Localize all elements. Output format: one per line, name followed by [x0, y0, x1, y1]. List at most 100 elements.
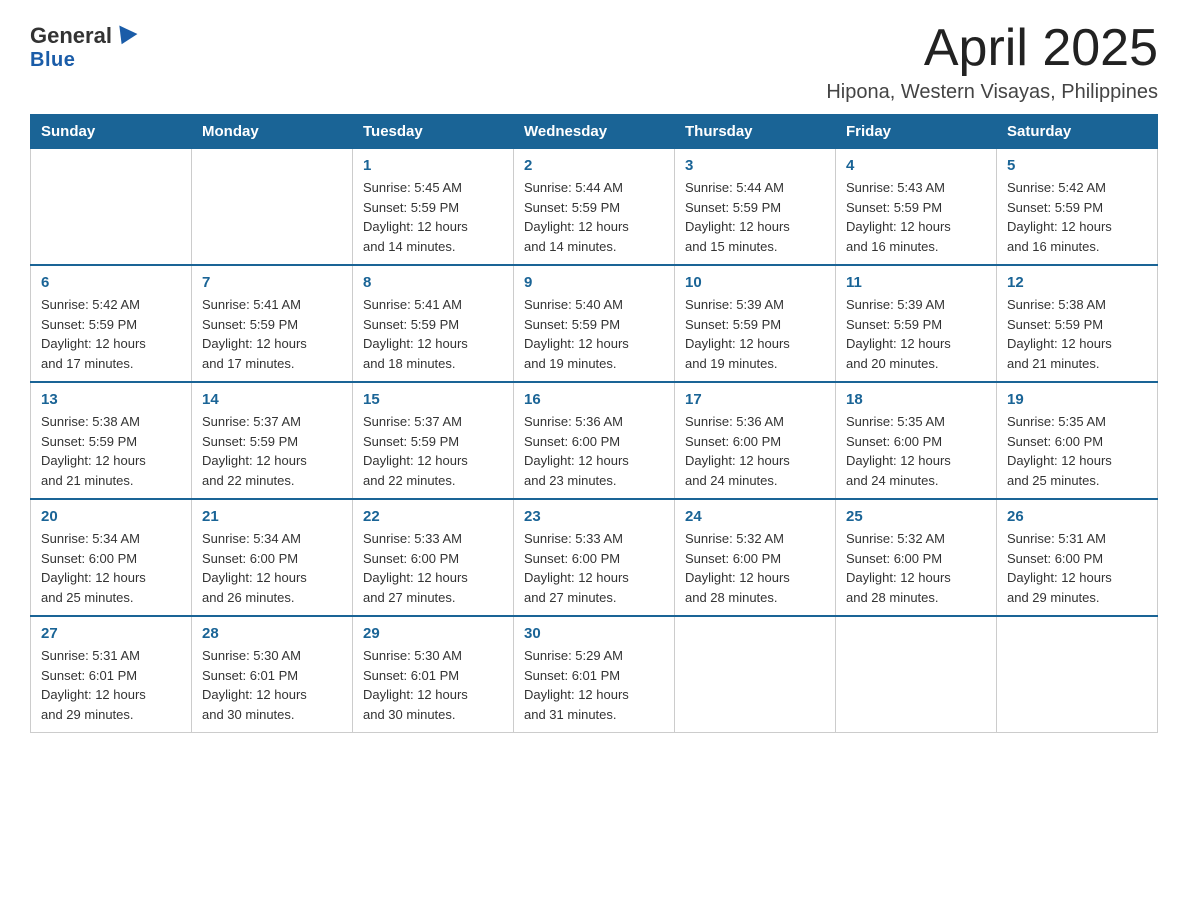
weekday-header-monday: Monday [192, 115, 353, 149]
week-row-2: 6 Sunrise: 5:42 AM Sunset: 5:59 PM Daylig… [31, 265, 1158, 382]
week-row-5: 27 Sunrise: 5:31 AM Sunset: 6:01 PM Dayli… [31, 616, 1158, 733]
calendar-cell: 6 Sunrise: 5:42 AM Sunset: 5:59 PM Daylig… [31, 265, 192, 382]
day-info: Sunrise: 5:39 AM Sunset: 5:59 PM Dayligh… [846, 295, 986, 373]
calendar-cell: 17 Sunrise: 5:36 AM Sunset: 6:00 PM Dayli… [675, 382, 836, 499]
calendar-cell: 18 Sunrise: 5:35 AM Sunset: 6:00 PM Dayli… [836, 382, 997, 499]
day-info: Sunrise: 5:40 AM Sunset: 5:59 PM Dayligh… [524, 295, 664, 373]
calendar-cell [31, 149, 192, 266]
day-info: Sunrise: 5:36 AM Sunset: 6:00 PM Dayligh… [685, 412, 825, 490]
logo-text: General [30, 25, 135, 47]
day-number: 5 [1007, 157, 1147, 174]
day-info: Sunrise: 5:42 AM Sunset: 5:59 PM Dayligh… [41, 295, 181, 373]
calendar-title: April 2025 [826, 20, 1158, 77]
day-number: 13 [41, 391, 181, 408]
day-number: 7 [202, 274, 342, 291]
day-number: 18 [846, 391, 986, 408]
calendar-cell: 13 Sunrise: 5:38 AM Sunset: 5:59 PM Dayli… [31, 382, 192, 499]
day-info: Sunrise: 5:38 AM Sunset: 5:59 PM Dayligh… [1007, 295, 1147, 373]
day-number: 29 [363, 625, 503, 642]
day-info: Sunrise: 5:39 AM Sunset: 5:59 PM Dayligh… [685, 295, 825, 373]
calendar-cell: 24Sunrise: 5:32 AM Sunset: 6:00 PM Dayli… [675, 499, 836, 616]
calendar-cell: 5 Sunrise: 5:42 AM Sunset: 5:59 PM Daylig… [997, 149, 1158, 266]
day-info: Sunrise: 5:37 AM Sunset: 5:59 PM Dayligh… [363, 412, 503, 490]
day-number: 9 [524, 274, 664, 291]
weekday-header-wednesday: Wednesday [514, 115, 675, 149]
day-number: 14 [202, 391, 342, 408]
day-info: Sunrise: 5:30 AM Sunset: 6:01 PM Dayligh… [202, 646, 342, 724]
calendar-cell [836, 616, 997, 733]
day-info: Sunrise: 5:33 AM Sunset: 6:00 PM Dayligh… [363, 529, 503, 607]
calendar-cell: 28 Sunrise: 5:30 AM Sunset: 6:01 PM Dayli… [192, 616, 353, 733]
day-number: 12 [1007, 274, 1147, 291]
calendar-cell: 1 Sunrise: 5:45 AM Sunset: 5:59 PM Daylig… [353, 149, 514, 266]
day-number: 28 [202, 625, 342, 642]
calendar-cell: 4 Sunrise: 5:43 AM Sunset: 5:59 PM Daylig… [836, 149, 997, 266]
week-row-4: 20Sunrise: 5:34 AM Sunset: 6:00 PM Dayli… [31, 499, 1158, 616]
logo: General Blue [30, 20, 135, 72]
day-info: Sunrise: 5:31 AM Sunset: 6:01 PM Dayligh… [41, 646, 181, 724]
calendar-cell: 11 Sunrise: 5:39 AM Sunset: 5:59 PM Dayli… [836, 265, 997, 382]
day-number: 19 [1007, 391, 1147, 408]
calendar-cell: 20Sunrise: 5:34 AM Sunset: 6:00 PM Dayli… [31, 499, 192, 616]
day-info: Sunrise: 5:38 AM Sunset: 5:59 PM Dayligh… [41, 412, 181, 490]
day-number: 27 [41, 625, 181, 642]
calendar-cell: 2Sunrise: 5:44 AM Sunset: 5:59 PM Daylig… [514, 149, 675, 266]
weekday-header-friday: Friday [836, 115, 997, 149]
day-number: 1 [363, 157, 503, 174]
day-info: Sunrise: 5:43 AM Sunset: 5:59 PM Dayligh… [846, 178, 986, 256]
day-info: Sunrise: 5:34 AM Sunset: 6:00 PM Dayligh… [41, 529, 181, 607]
calendar-cell: 23 Sunrise: 5:33 AM Sunset: 6:00 PM Dayli… [514, 499, 675, 616]
day-number: 10 [685, 274, 825, 291]
day-info: Sunrise: 5:45 AM Sunset: 5:59 PM Dayligh… [363, 178, 503, 256]
day-info: Sunrise: 5:35 AM Sunset: 6:00 PM Dayligh… [846, 412, 986, 490]
weekday-header-saturday: Saturday [997, 115, 1158, 149]
title-block: April 2025 Hipona, Western Visayas, Phil… [826, 20, 1158, 104]
day-info: Sunrise: 5:32 AM Sunset: 6:00 PM Dayligh… [846, 529, 986, 607]
logo-blue: Blue [30, 49, 75, 72]
day-number: 6 [41, 274, 181, 291]
calendar-cell: 21Sunrise: 5:34 AM Sunset: 6:00 PM Dayli… [192, 499, 353, 616]
day-info: Sunrise: 5:41 AM Sunset: 5:59 PM Dayligh… [202, 295, 342, 373]
day-number: 11 [846, 274, 986, 291]
week-row-1: 1 Sunrise: 5:45 AM Sunset: 5:59 PM Daylig… [31, 149, 1158, 266]
calendar-cell: 15 Sunrise: 5:37 AM Sunset: 5:59 PM Dayli… [353, 382, 514, 499]
day-number: 22 [363, 508, 503, 525]
day-number: 8 [363, 274, 503, 291]
calendar-table: SundayMondayTuesdayWednesdayThursdayFrid… [30, 114, 1158, 733]
weekday-header-sunday: Sunday [31, 115, 192, 149]
day-number: 2 [524, 157, 664, 174]
week-row-3: 13 Sunrise: 5:38 AM Sunset: 5:59 PM Dayli… [31, 382, 1158, 499]
day-info: Sunrise: 5:34 AM Sunset: 6:00 PM Dayligh… [202, 529, 342, 607]
calendar-cell: 29 Sunrise: 5:30 AM Sunset: 6:01 PM Dayli… [353, 616, 514, 733]
day-number: 3 [685, 157, 825, 174]
day-info: Sunrise: 5:32 AM Sunset: 6:00 PM Dayligh… [685, 529, 825, 607]
day-info: Sunrise: 5:33 AM Sunset: 6:00 PM Dayligh… [524, 529, 664, 607]
day-info: Sunrise: 5:41 AM Sunset: 5:59 PM Dayligh… [363, 295, 503, 373]
calendar-cell: 10 Sunrise: 5:39 AM Sunset: 5:59 PM Dayli… [675, 265, 836, 382]
logo-general: General [30, 25, 112, 47]
day-number: 4 [846, 157, 986, 174]
day-info: Sunrise: 5:30 AM Sunset: 6:01 PM Dayligh… [363, 646, 503, 724]
day-number: 23 [524, 508, 664, 525]
day-info: Sunrise: 5:37 AM Sunset: 5:59 PM Dayligh… [202, 412, 342, 490]
day-number: 17 [685, 391, 825, 408]
calendar-cell: 9 Sunrise: 5:40 AM Sunset: 5:59 PM Daylig… [514, 265, 675, 382]
calendar-cell: 12 Sunrise: 5:38 AM Sunset: 5:59 PM Dayli… [997, 265, 1158, 382]
day-info: Sunrise: 5:31 AM Sunset: 6:00 PM Dayligh… [1007, 529, 1147, 607]
calendar-cell: 30Sunrise: 5:29 AM Sunset: 6:01 PM Dayli… [514, 616, 675, 733]
logo-triangle-icon [112, 26, 137, 49]
calendar-cell: 3Sunrise: 5:44 AM Sunset: 5:59 PM Daylig… [675, 149, 836, 266]
calendar-cell: 25Sunrise: 5:32 AM Sunset: 6:00 PM Dayli… [836, 499, 997, 616]
calendar-cell: 8 Sunrise: 5:41 AM Sunset: 5:59 PM Daylig… [353, 265, 514, 382]
day-info: Sunrise: 5:42 AM Sunset: 5:59 PM Dayligh… [1007, 178, 1147, 256]
calendar-cell: 26 Sunrise: 5:31 AM Sunset: 6:00 PM Dayli… [997, 499, 1158, 616]
calendar-cell [997, 616, 1158, 733]
weekday-header-row: SundayMondayTuesdayWednesdayThursdayFrid… [31, 115, 1158, 149]
day-number: 15 [363, 391, 503, 408]
calendar-cell: 22 Sunrise: 5:33 AM Sunset: 6:00 PM Dayli… [353, 499, 514, 616]
calendar-cell: 7 Sunrise: 5:41 AM Sunset: 5:59 PM Daylig… [192, 265, 353, 382]
weekday-header-tuesday: Tuesday [353, 115, 514, 149]
day-number: 26 [1007, 508, 1147, 525]
calendar-subtitle: Hipona, Western Visayas, Philippines [826, 81, 1158, 104]
page-header: General Blue April 2025 Hipona, Western … [30, 20, 1158, 104]
